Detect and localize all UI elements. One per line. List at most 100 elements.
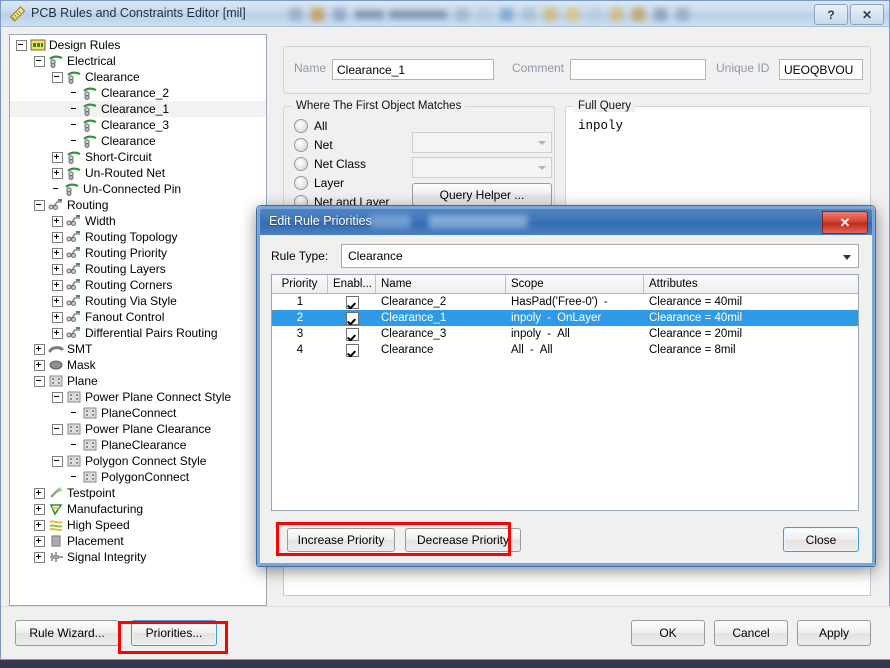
tree-item-fanout-control[interactable]: Fanout Control (10, 309, 266, 325)
checkbox-checked-icon[interactable] (345, 311, 359, 325)
collapse-icon[interactable] (52, 423, 63, 435)
tree-item-routing-layers[interactable]: Routing Layers (10, 261, 266, 277)
cell-enabled[interactable] (328, 311, 376, 325)
cancel-button[interactable]: Cancel (714, 620, 788, 646)
table-row[interactable]: 4 Clearance All - All Clearance = 8mil (272, 342, 858, 358)
tree-item-high-speed[interactable]: High Speed (10, 517, 266, 533)
tree-item-routing-topology[interactable]: Routing Topology (10, 229, 266, 245)
tree-item-electrical[interactable]: Electrical (10, 53, 266, 69)
radio-net[interactable]: Net (294, 138, 333, 152)
tree-item-routing-via-style[interactable]: Routing Via Style (10, 293, 266, 309)
expand-icon[interactable] (52, 263, 63, 275)
decrease-priority-button[interactable]: Decrease Priority (405, 528, 521, 552)
checkbox-checked-icon[interactable] (345, 343, 359, 357)
checkbox-checked-icon[interactable] (345, 327, 359, 341)
collapse-icon[interactable] (16, 39, 27, 51)
expand-icon[interactable] (52, 311, 63, 323)
collapse-icon[interactable] (34, 199, 45, 211)
expand-icon[interactable] (52, 295, 63, 307)
tree-item-testpoint[interactable]: Testpoint (10, 485, 266, 501)
tree-item-manufacturing[interactable]: Manufacturing (10, 501, 266, 517)
checkbox-checked-icon[interactable] (345, 295, 359, 309)
dialog-close-button[interactable]: Close (783, 527, 859, 552)
expand-icon[interactable] (34, 359, 45, 371)
expand-icon[interactable] (34, 519, 45, 531)
increase-priority-button[interactable]: Increase Priority (287, 528, 395, 552)
priorities-button[interactable]: Priorities... (131, 620, 217, 646)
tree-item-planeclearance[interactable]: PlaneClearance (10, 437, 266, 453)
tree-item-clearance[interactable]: Clearance (10, 69, 266, 85)
unique-id-input[interactable]: UEOQBVOU (779, 59, 863, 80)
radio-all[interactable]: All (294, 119, 327, 133)
expand-icon[interactable] (34, 343, 45, 355)
tree-item-clearance-1[interactable]: Clearance_1 (10, 101, 266, 117)
tree-item-clearance[interactable]: Clearance (10, 133, 266, 149)
collapse-icon[interactable] (34, 55, 45, 67)
query-helper-button[interactable]: Query Helper ... (412, 183, 552, 206)
table-row[interactable]: 2 Clearance_1 inpoly - OnLayer Clearance = 40… (272, 310, 858, 326)
cell-enabled[interactable] (328, 295, 376, 309)
expand-icon[interactable] (34, 535, 45, 547)
name-input[interactable]: Clearance_1 (332, 59, 494, 80)
collapse-icon[interactable] (34, 375, 45, 387)
radio-layer[interactable]: Layer (294, 176, 344, 190)
design-rules-tree[interactable]: Design Rules Electrical Clearance Clearance… (9, 34, 267, 606)
expand-icon[interactable] (52, 215, 63, 227)
collapse-icon[interactable] (52, 71, 63, 83)
collapse-icon[interactable] (52, 391, 63, 403)
column-header-name[interactable]: Name (376, 275, 506, 293)
expand-icon[interactable] (52, 327, 63, 339)
table-row[interactable]: 3 Clearance_3 inpoly - All Clearance = 20mil (272, 326, 858, 342)
tree-item-un-routed-net[interactable]: Un-Routed Net (10, 165, 266, 181)
tree-item-clearance-2[interactable]: Clearance_2 (10, 85, 266, 101)
expand-icon[interactable] (34, 503, 45, 515)
net-class-combo[interactable] (412, 157, 552, 178)
help-button[interactable]: ? (814, 4, 848, 25)
column-header-priority[interactable]: Priority (272, 275, 328, 293)
tree-item-width[interactable]: Width (10, 213, 266, 229)
tree-item-design-rules[interactable]: Design Rules (10, 37, 266, 53)
tree-item-power-plane-clearance[interactable]: Power Plane Clearance (10, 421, 266, 437)
priorities-grid[interactable]: Priority Enabl... Name Scope Attributes … (271, 274, 859, 511)
tree-item-routing-priority[interactable]: Routing Priority (10, 245, 266, 261)
expand-icon[interactable] (52, 167, 63, 179)
column-header-scope[interactable]: Scope (506, 275, 644, 293)
collapse-icon[interactable] (52, 455, 63, 467)
rule-type-combo[interactable]: Clearance (341, 244, 859, 268)
column-header-attributes[interactable]: Attributes (644, 275, 858, 293)
tree-item-signal-integrity[interactable]: Signal Integrity (10, 549, 266, 565)
cell-enabled[interactable] (328, 343, 376, 357)
tree-item-clearance-3[interactable]: Clearance_3 (10, 117, 266, 133)
expand-icon[interactable] (34, 551, 45, 563)
rule-wizard-button[interactable]: Rule Wizard... (15, 620, 119, 646)
expand-icon[interactable] (52, 231, 63, 243)
tree-item-mask[interactable]: Mask (10, 357, 266, 373)
net-combo[interactable] (412, 132, 552, 153)
apply-button[interactable]: Apply (797, 620, 871, 646)
expand-icon[interactable] (34, 487, 45, 499)
expand-icon[interactable] (52, 279, 63, 291)
expand-icon[interactable] (52, 247, 63, 259)
tree-item-routing-corners[interactable]: Routing Corners (10, 277, 266, 293)
tree-item-short-circuit[interactable]: Short-Circuit (10, 149, 266, 165)
tree-item-plane[interactable]: Plane (10, 373, 266, 389)
table-row[interactable]: 1 Clearance_2 HasPad('Free-0') - Clearance =… (272, 294, 858, 310)
close-icon[interactable]: ✕ (850, 4, 884, 25)
tree-item-placement[interactable]: Placement (10, 533, 266, 549)
tree-item-polygon-connect-style[interactable]: Polygon Connect Style (10, 453, 266, 469)
radio-net-class[interactable]: Net Class (294, 157, 366, 171)
tree-item-differential-pairs-routing[interactable]: Differential Pairs Routing (10, 325, 266, 341)
tree-item-routing[interactable]: Routing (10, 197, 266, 213)
tree-item-planeconnect[interactable]: PlaneConnect (10, 405, 266, 421)
expand-icon[interactable] (52, 151, 63, 163)
full-query-value[interactable]: inpoly (578, 119, 623, 133)
tree-item-polygonconnect[interactable]: PolygonConnect (10, 469, 266, 485)
tree-item-smt[interactable]: SMT (10, 341, 266, 357)
ok-button[interactable]: OK (631, 620, 705, 646)
cell-enabled[interactable] (328, 327, 376, 341)
comment-input[interactable] (570, 59, 706, 80)
dialog-close-icon[interactable]: ✕ (822, 211, 868, 234)
tree-item-un-connected-pin[interactable]: Un-Connected Pin (10, 181, 266, 197)
tree-item-power-plane-connect-style[interactable]: Power Plane Connect Style (10, 389, 266, 405)
column-header-enabled[interactable]: Enabl... (328, 275, 376, 293)
